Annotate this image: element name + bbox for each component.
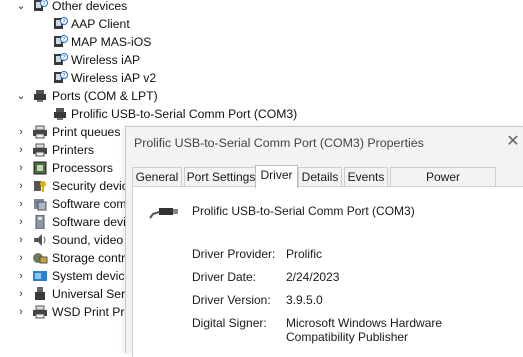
unknown-device-icon: ? (32, 0, 48, 13)
chevron-right-icon[interactable]: › (14, 177, 28, 195)
tree-category-label: Processors (52, 161, 113, 175)
chevron-right-icon[interactable]: › (14, 213, 28, 231)
tree-item-label: Wireless iAP (71, 53, 141, 67)
tree-category-ports[interactable]: ⌄ Ports (COM & LPT) (0, 87, 300, 105)
unknown-device-icon: ? (52, 17, 68, 31)
tab-port-settings[interactable]: Port Settings (184, 167, 258, 187)
chevron-right-icon[interactable]: › (14, 249, 28, 267)
chevron-down-icon[interactable]: ⌄ (14, 87, 28, 105)
digital-signer-value: Microsoft Windows Hardware Compatibility… (286, 316, 443, 344)
tree-item-wireless-iap[interactable]: ? Wireless iAP (0, 51, 300, 69)
tab-general[interactable]: General (132, 167, 182, 187)
tree-category-label: Security devic (52, 179, 128, 193)
tree-category-label: WSD Print Pro (52, 305, 132, 319)
chevron-right-icon[interactable]: › (14, 285, 28, 303)
driver-tab-panel: Prolific USB-to-Serial Comm Port (COM3) … (132, 186, 523, 357)
chevron-right-icon[interactable]: › (14, 195, 28, 213)
chevron-right-icon[interactable]: › (14, 231, 28, 249)
svg-text:?: ? (62, 55, 65, 62)
tree-category-label: Software com (52, 197, 127, 211)
unknown-device-icon: ? (52, 35, 68, 49)
tree-category-label: Universal Seria (52, 287, 135, 301)
svg-text:?: ? (62, 19, 65, 26)
chevron-right-icon[interactable]: › (14, 123, 28, 141)
tree-category-label: System device (52, 269, 132, 283)
tree-item-label: Wireless iAP v2 (71, 71, 157, 85)
tab-driver[interactable]: Driver (255, 165, 298, 188)
printer-icon (32, 125, 48, 139)
driver-provider-value: Prolific (286, 247, 323, 261)
usb-icon (32, 287, 48, 301)
driver-date-value: 2/24/2023 (286, 270, 340, 284)
tree-category-label: Storage contro (52, 251, 132, 265)
chevron-right-icon[interactable]: › (14, 303, 28, 321)
svg-text:?: ? (42, 1, 45, 8)
chevron-right-icon[interactable]: › (14, 267, 28, 285)
tree-item-prolific-port[interactable]: Prolific USB-to-Serial Comm Port (COM3) (0, 105, 300, 123)
storage-controller-icon (32, 251, 48, 265)
tree-category-label: Sound, video (52, 233, 124, 247)
driver-version-label: Driver Version: (192, 293, 271, 307)
tree-label-ports: Ports (COM & LPT) (52, 89, 158, 103)
chevron-right-icon[interactable]: › (14, 141, 28, 159)
unknown-device-icon: ? (52, 53, 68, 67)
tree-label-other-devices: Other devices (52, 0, 128, 13)
device-name: Prolific USB-to-Serial Comm Port (COM3) (192, 204, 415, 218)
close-icon[interactable]: ✕ (504, 133, 522, 151)
tree-item-label: AAP Client (71, 17, 130, 31)
printer-icon (32, 305, 48, 319)
dialog-title: Prolific USB-to-Serial Comm Port (COM3) … (134, 136, 424, 150)
driver-date-label: Driver Date: (192, 270, 257, 284)
tree-category-label: Print queues (52, 125, 121, 139)
svg-text:?: ? (62, 37, 65, 44)
processor-icon (32, 161, 48, 175)
svg-text:?: ? (62, 73, 65, 80)
usb-cable-icon (149, 204, 179, 225)
tree-category-other-devices[interactable]: ⌄ ? Other devices (0, 0, 300, 15)
speaker-icon (32, 233, 48, 247)
port-connector-icon (52, 107, 68, 121)
tab-power-management[interactable]: Power Management (390, 167, 496, 203)
chevron-right-icon[interactable]: › (14, 159, 28, 177)
tab-strip: General Port Settings Driver Details Eve… (132, 165, 522, 203)
digital-signer-label: Digital Signer: (192, 316, 267, 330)
tree-item-map-mas-ios[interactable]: ? MAP MAS-iOS (0, 33, 300, 51)
printer-icon (32, 143, 48, 157)
tree-category-label: Software devi (52, 215, 126, 229)
tree-item-aap-client[interactable]: ? AAP Client (0, 15, 300, 33)
properties-dialog: Prolific USB-to-Serial Comm Port (COM3) … (125, 126, 523, 357)
tab-details[interactable]: Details (298, 167, 342, 187)
driver-provider-label: Driver Provider: (192, 247, 276, 261)
system-device-icon (32, 269, 48, 283)
software-component-icon (32, 197, 48, 211)
tab-events[interactable]: Events (344, 167, 388, 187)
tree-category-label: Printers (52, 143, 94, 157)
tree-item-label: MAP MAS-iOS (71, 35, 152, 49)
driver-version-value: 3.9.5.0 (286, 293, 323, 307)
unknown-device-icon: ? (52, 71, 68, 85)
port-connector-icon (32, 89, 48, 103)
security-key-icon (32, 179, 48, 193)
tree-item-label: Prolific USB-to-Serial Comm Port (COM3) (71, 107, 298, 121)
chevron-down-icon[interactable]: ⌄ (14, 0, 28, 15)
tree-item-wireless-iap-v2[interactable]: ? Wireless iAP v2 (0, 69, 300, 87)
software-device-icon (32, 214, 48, 230)
